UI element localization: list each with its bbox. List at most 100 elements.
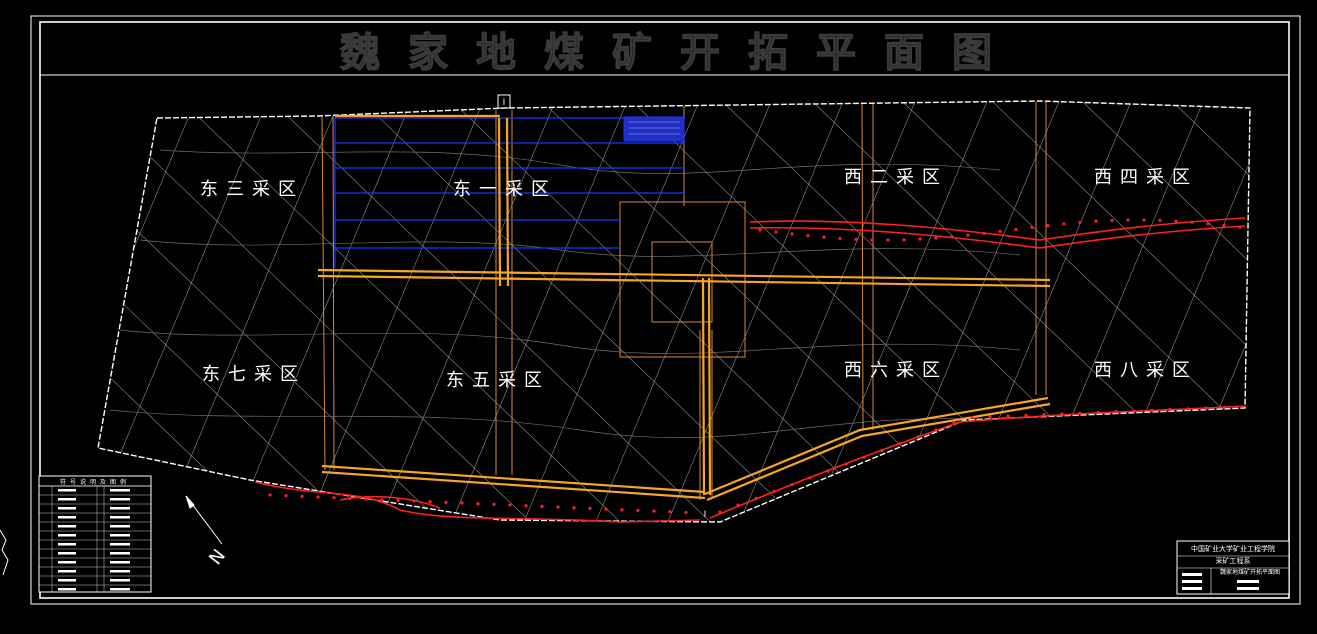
fault-marker	[1238, 225, 1242, 229]
fault-marker	[998, 229, 1002, 234]
fault-marker	[300, 494, 304, 498]
fault-marker	[1158, 218, 1162, 223]
grid-line	[609, 101, 1111, 522]
fault-marker	[652, 509, 656, 513]
fault-marker	[826, 469, 830, 473]
fault-marker	[952, 421, 956, 425]
fault-marker	[1168, 408, 1172, 412]
fault-marker	[316, 495, 320, 499]
grid-line	[969, 101, 1250, 522]
fault-marker	[508, 503, 512, 507]
fault-marker	[886, 238, 890, 242]
grid-line	[1059, 101, 1250, 522]
fault-marker	[1190, 220, 1194, 224]
inner-frame	[39, 21, 1290, 599]
legend-entry-glyph	[58, 588, 76, 591]
fault-marker	[348, 496, 352, 500]
legend-table-header: 符号说明及图例	[60, 478, 130, 486]
fault-marker	[934, 428, 938, 432]
legend-entry-glyph	[110, 552, 130, 555]
legend-table: 符号说明及图例	[38, 475, 152, 593]
legend-entry-glyph	[58, 525, 76, 528]
fault-marker	[1174, 219, 1178, 223]
grid-line	[795, 101, 997, 522]
fault-marker	[966, 233, 970, 237]
grid-line	[1011, 101, 1213, 522]
grid-line	[879, 101, 1250, 522]
shaft-marker-top: I	[503, 98, 506, 108]
fault-marker	[604, 507, 608, 511]
fault-marker	[870, 238, 874, 242]
fault-marker	[268, 493, 272, 497]
fault-marker	[982, 231, 986, 235]
fault-marker	[556, 505, 560, 509]
shaft-marker-bottom: I	[704, 510, 707, 520]
grid-line	[435, 101, 637, 522]
title-block-department: 采矿工程系	[1216, 556, 1251, 565]
title-block-institution: 中国矿业大学矿业工程学院	[1191, 544, 1275, 553]
legend-entry-glyph	[58, 543, 76, 546]
grid-line	[939, 101, 1141, 522]
fault-marker	[572, 506, 576, 510]
fault-marker	[808, 476, 812, 480]
fault-marker	[476, 502, 480, 506]
fault-marker	[772, 489, 776, 494]
title-block-drawing-name: 魏家地煤矿开拓平面图	[1220, 568, 1280, 576]
north-arrow	[185, 495, 223, 545]
fault-marker	[444, 500, 448, 504]
grid-line	[519, 101, 1021, 522]
legend-entry-glyph	[110, 543, 130, 546]
fault-marker	[1014, 227, 1018, 232]
fault-marker	[620, 508, 624, 512]
grid-line	[1083, 101, 1250, 522]
legend-entry-glyph	[58, 489, 76, 492]
legend-entry-glyph	[58, 507, 76, 510]
zone-label-east-3: 东三采区	[200, 179, 304, 200]
legend-entry-glyph	[110, 525, 130, 528]
fault-marker	[790, 483, 794, 487]
legend-entry-glyph	[110, 561, 130, 564]
legend-entry-glyph	[110, 516, 130, 519]
fault-marker	[918, 237, 922, 241]
legend-entry-glyph	[58, 534, 76, 537]
fault-marker	[970, 415, 974, 420]
legend-entry-glyph	[110, 570, 130, 573]
north-arrow-label: N	[205, 546, 230, 570]
fault-marker	[806, 234, 810, 238]
fault-marker	[396, 498, 400, 502]
fault-marker	[492, 502, 496, 506]
fault-marker	[1204, 406, 1208, 410]
zone-label-west-4: 西四采区	[1094, 167, 1198, 188]
zone-label-west-8: 西八采区	[1094, 360, 1198, 381]
fault-marker	[902, 238, 906, 242]
legend-entry-glyph	[110, 498, 130, 501]
zone-label-east-5: 东五采区	[446, 370, 550, 391]
fault-marker	[790, 232, 794, 236]
fault-marker	[588, 506, 592, 510]
fault-marker	[1206, 222, 1210, 226]
panel-block-outlines	[321, 102, 1047, 500]
fault-marker	[540, 504, 544, 508]
fault-marker	[524, 504, 528, 508]
zone-label-east-1: 东一采区	[453, 179, 557, 200]
drawing-title: 魏家地煤矿开拓平面图	[340, 30, 1020, 76]
grid-line	[579, 101, 781, 522]
fault-marker	[1186, 407, 1190, 411]
grid-line	[1149, 101, 1250, 522]
fault-marker	[1142, 218, 1146, 222]
fault-marker	[1078, 411, 1082, 415]
fault-marker	[1110, 218, 1114, 223]
grid-line	[699, 101, 1201, 522]
legend-entry-glyph	[58, 579, 76, 582]
fault-marker	[684, 510, 688, 515]
goaf-hatch	[623, 116, 685, 142]
fault-marker	[1006, 414, 1010, 418]
fault-marker	[636, 508, 640, 513]
fault-marker	[332, 496, 336, 500]
grid-line	[651, 101, 853, 522]
legend-entry-glyph	[110, 507, 130, 510]
title-block: 中国矿业大学矿业工程学院 采矿工程系 魏家地煤矿开拓平面图	[1176, 540, 1290, 595]
fault-marker	[758, 228, 762, 232]
fault-marker	[364, 497, 368, 501]
fault-marker	[1062, 222, 1066, 226]
